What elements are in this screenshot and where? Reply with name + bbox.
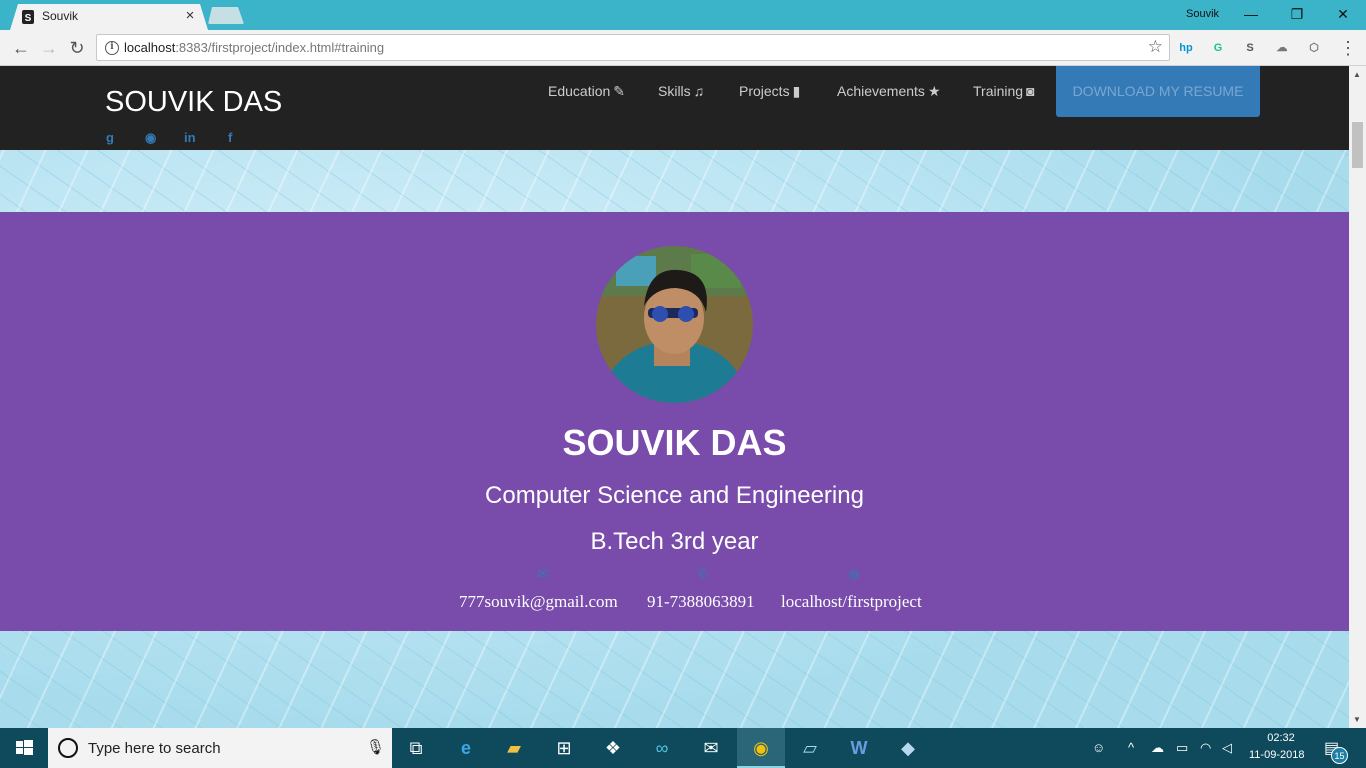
clock-date[interactable]: 11-09-2018 (1249, 749, 1304, 761)
pencil-icon: ✎ (613, 83, 626, 99)
chrome-icon[interactable]: ◉ (737, 728, 785, 768)
arduino-icon[interactable]: ∞ (638, 728, 686, 768)
nav-skills[interactable]: Skills ♫ (658, 83, 704, 99)
windows-logo-icon (16, 740, 33, 755)
star-icon: ★ (927, 83, 941, 99)
phone-icon: ✆ (697, 566, 709, 581)
nav-projects[interactable]: Projects ▮ (739, 83, 800, 100)
edge-icon[interactable]: e (442, 728, 490, 768)
notification-count-badge: 15 (1331, 747, 1348, 764)
music-icon: ♫ (693, 83, 705, 99)
profile-photo (596, 246, 753, 403)
tab-close-icon[interactable]: × (182, 7, 198, 24)
profile-department: Computer Science and Engineering (485, 482, 864, 509)
taskbar-search[interactable]: Type here to search 🎙 (48, 728, 392, 768)
reload-button[interactable]: ↻ (66, 37, 88, 59)
clock-time[interactable]: 02:32 (1264, 732, 1298, 744)
volume-icon[interactable]: ◁ (1222, 740, 1232, 756)
new-tab-button[interactable] (208, 7, 244, 24)
forward-button[interactable]: → (38, 37, 60, 59)
browser-title-bar: S Souvik × Souvik — ❐ ✕ (0, 0, 1366, 30)
page-scrollbar[interactable]: ▲ ▼ (1349, 66, 1366, 728)
site-info-icon[interactable]: i (105, 41, 119, 55)
restore-button[interactable]: ❐ (1274, 0, 1320, 30)
site-favicon-icon: S (22, 10, 34, 24)
dropbox-icon[interactable]: ❖ (589, 728, 637, 768)
address-bar[interactable]: i localhost:8383/firstproject/index.html… (96, 34, 1170, 61)
people-icon[interactable]: ☺ (1092, 740, 1105, 755)
s-extension-icon[interactable]: S (1240, 38, 1260, 58)
page-viewport: SOUVIK DAS g ◉ in f Education ✎ Skills ♫ P… (0, 66, 1349, 728)
profile-hero: SOUVIK DAS Computer Science and Engineer… (0, 212, 1349, 631)
box-extension-icon[interactable]: ⬡ (1304, 38, 1324, 58)
nav-achievements[interactable]: Achievements ★ (837, 83, 941, 100)
profile-name-heading: SOUVIK DAS (562, 422, 787, 463)
search-placeholder[interactable]: Type here to search (88, 740, 221, 757)
start-button[interactable] (0, 728, 48, 768)
mail-icon[interactable]: ✉ (687, 728, 735, 768)
word-icon[interactable]: W (835, 728, 883, 768)
camera-icon: ◙ (1026, 83, 1035, 99)
file-explorer-icon[interactable]: ▰ (490, 728, 538, 768)
microphone-icon[interactable]: 🎙 (366, 738, 385, 756)
task-view-icon[interactable]: ⧉ (392, 728, 440, 768)
back-button[interactable]: ← (10, 37, 32, 59)
notepad-icon[interactable]: ▱ (786, 728, 834, 768)
tab-title: Souvik (42, 9, 79, 23)
cortana-icon[interactable] (58, 738, 78, 758)
wifi-icon[interactable]: ◠ (1200, 740, 1211, 756)
scroll-down-arrow-icon[interactable]: ▼ (1353, 715, 1361, 724)
grammarly-icon[interactable]: G (1208, 38, 1228, 58)
svg-text:S: S (25, 13, 32, 24)
site-brand[interactable]: SOUVIK DAS (105, 86, 282, 119)
contact-phone[interactable]: 91-7388063891 (647, 592, 755, 612)
linkedin-icon[interactable]: in (184, 130, 196, 145)
github-icon[interactable]: ◉ (145, 130, 156, 146)
download-resume-button[interactable]: DOWNLOAD MY RESUME (1056, 66, 1260, 117)
profile-year: B.Tech 3rd year (590, 528, 759, 555)
nav-training[interactable]: Training ◙ (973, 83, 1035, 99)
store-icon[interactable]: ⊞ (540, 728, 588, 768)
hp-icon[interactable]: hp (1176, 38, 1196, 58)
minimize-button[interactable]: — (1228, 0, 1274, 30)
envelope-icon: ✉ (537, 566, 549, 581)
tray-chevron-icon[interactable]: ^ (1128, 740, 1134, 755)
contact-website[interactable]: localhost/firstproject (781, 592, 922, 612)
battery-icon[interactable]: ▭ (1176, 740, 1188, 756)
profile-name[interactable]: Souvik (1180, 7, 1225, 21)
url-text[interactable]: localhost:8383/firstproject/index.html#t… (124, 40, 384, 55)
contact-email[interactable]: 777souvik@gmail.com (459, 592, 618, 612)
nav-education[interactable]: Education ✎ (548, 83, 625, 100)
scroll-thumb[interactable] (1352, 122, 1363, 168)
cloud-extension-icon[interactable]: ☁ (1272, 38, 1292, 58)
globe-icon: ◍ (848, 566, 860, 581)
site-navbar: SOUVIK DAS g ◉ in f Education ✎ Skills ♫ P… (0, 66, 1349, 150)
onedrive-icon[interactable]: ☁ (1151, 740, 1164, 756)
bookmark-star-icon[interactable]: ☆ (1148, 37, 1163, 57)
browser-menu-icon[interactable]: ⋮ (1338, 38, 1358, 58)
browser-toolbar: ← → ↻ i localhost:8383/firstproject/inde… (0, 30, 1366, 66)
windows-taskbar: Type here to search 🎙 ⧉ e ▰ ⊞ ❖ ∞ ✉ ◉ ▱ … (0, 728, 1366, 768)
avatar (596, 246, 753, 403)
google-plus-icon[interactable]: g (106, 130, 114, 145)
facebook-icon[interactable]: f (228, 130, 232, 145)
close-window-button[interactable]: ✕ (1320, 0, 1366, 30)
virtualbox-icon[interactable]: ◆ (884, 728, 932, 768)
file-icon: ▮ (792, 83, 801, 99)
browser-tab[interactable]: S Souvik × (10, 4, 208, 30)
scroll-up-arrow-icon[interactable]: ▲ (1353, 70, 1361, 79)
